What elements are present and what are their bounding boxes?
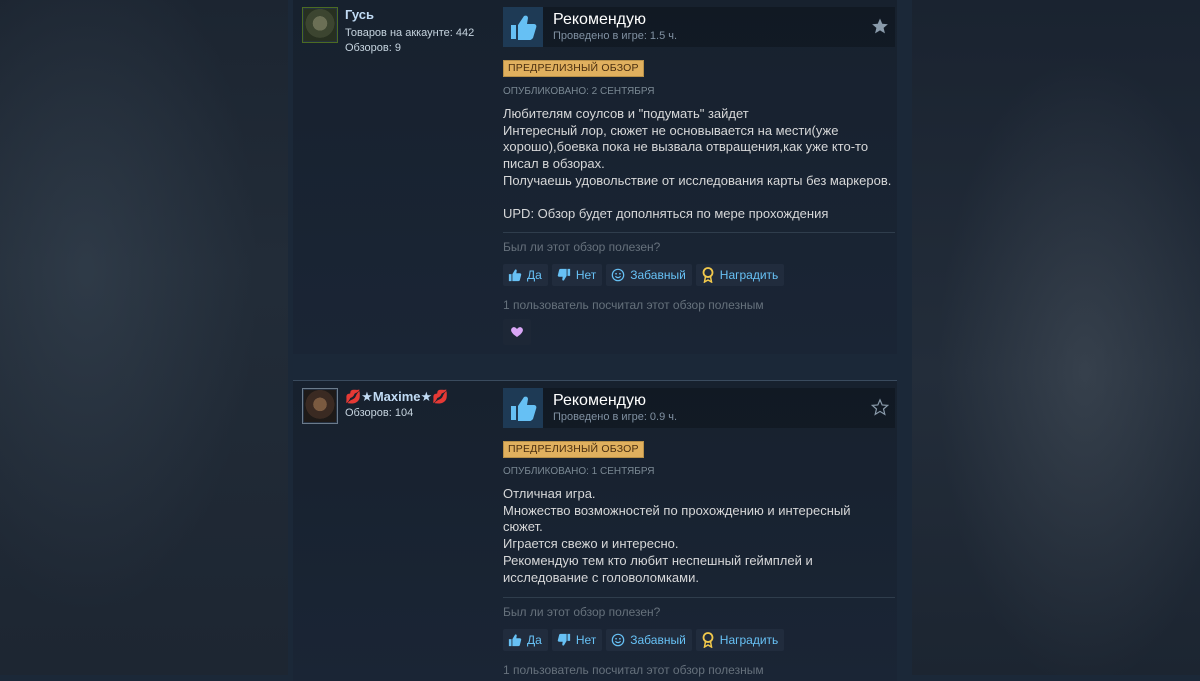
thumbs-down-icon bbox=[556, 267, 572, 283]
divider bbox=[503, 232, 895, 233]
reviews-column: Гусь Товаров на аккаунте: 442 Обзоров: 9… bbox=[288, 0, 912, 681]
thumbs-up-icon bbox=[507, 632, 523, 648]
star-outline-icon[interactable] bbox=[870, 398, 890, 416]
playtime: Проведено в игре: 0.9 ч. bbox=[553, 411, 678, 423]
review-main: Рекомендую Проведено в игре: 0.9 ч. ПРЕД… bbox=[503, 388, 895, 677]
review-line: Играется свежо и интересно. bbox=[503, 536, 679, 552]
vote-funny-button[interactable]: Забавный bbox=[606, 264, 692, 286]
background-blur-right bbox=[912, 0, 1200, 675]
review-line: Рекомендую тем кто любит неспешный геймп… bbox=[503, 552, 813, 568]
helpful-question: Был ли этот обзор полезен? bbox=[503, 240, 661, 254]
thumbs-up-icon bbox=[503, 7, 543, 47]
vote-funny-label: Забавный bbox=[630, 633, 686, 647]
vote-yes-button[interactable]: Да bbox=[503, 264, 548, 286]
author-products-count[interactable]: Товаров на аккаунте: 442 bbox=[345, 27, 474, 39]
review-line: сюжет. bbox=[503, 519, 543, 535]
review-line: Множество возможностей по прохождению и … bbox=[503, 502, 851, 518]
thumbs-down-icon bbox=[556, 632, 572, 648]
smiley-icon bbox=[610, 267, 626, 283]
posted-date: ОПУБЛИКОВАНО: 1 СЕНТЯБРЯ bbox=[503, 466, 655, 477]
author-reviews-count[interactable]: Обзоров: 9 bbox=[345, 42, 401, 54]
vote-buttons: Да Нет Забавный Наградить bbox=[503, 264, 785, 286]
avatar[interactable] bbox=[302, 7, 338, 43]
award-label: Наградить bbox=[719, 633, 779, 647]
review-line bbox=[503, 190, 893, 207]
award-ribbon-icon bbox=[700, 267, 716, 283]
vote-no-label: Нет bbox=[575, 268, 597, 282]
vote-buttons: Да Нет Забавный Наградить bbox=[503, 629, 785, 651]
background-blur-left bbox=[0, 0, 288, 675]
vote-yes-button[interactable]: Да bbox=[503, 629, 548, 651]
thumbs-up-icon bbox=[507, 267, 523, 283]
vote-no-button[interactable]: Нет bbox=[551, 629, 603, 651]
vote-funny-button[interactable]: Забавный bbox=[606, 629, 692, 651]
review-line: исследование с головоломками. bbox=[503, 569, 699, 585]
vote-yes-label: Да bbox=[527, 268, 542, 282]
award-button[interactable]: Наградить bbox=[695, 264, 785, 286]
award-label: Наградить bbox=[719, 268, 779, 282]
review-line: Интересный лор, сюжет не основывается на… bbox=[503, 122, 839, 138]
review-line: Любителям соулсов и "подумать" зайдет bbox=[503, 106, 749, 121]
verdict-title: Рекомендую bbox=[553, 11, 647, 28]
review-line: Получаешь удовольствие от исследования к… bbox=[503, 172, 892, 188]
award-ribbon-icon bbox=[700, 632, 716, 648]
helpful-count: 1 пользователь посчитал этот обзор полез… bbox=[503, 298, 764, 312]
review-main: Рекомендую Проведено в игре: 1.5 ч. ПРЕД… bbox=[503, 7, 895, 345]
purple-heart-award-icon[interactable] bbox=[503, 319, 531, 345]
vote-no-button[interactable]: Нет bbox=[551, 264, 603, 286]
avatar[interactable] bbox=[302, 388, 338, 424]
review-card: 💋★Maxime★💋 Обзоров: 104 Рекомендую Прове… bbox=[293, 380, 897, 681]
vote-funny-label: Забавный bbox=[630, 268, 686, 282]
review-card: Гусь Товаров на аккаунте: 442 Обзоров: 9… bbox=[293, 0, 897, 354]
award-button[interactable]: Наградить bbox=[695, 629, 785, 651]
verdict-title: Рекомендую bbox=[553, 392, 647, 409]
review-text: Отличная игра. Множество возможностей по… bbox=[503, 486, 893, 586]
vote-yes-label: Да bbox=[527, 633, 542, 647]
review-verdict[interactable]: Рекомендую Проведено в игре: 0.9 ч. bbox=[503, 388, 895, 428]
review-line: Отличная игра. bbox=[503, 486, 596, 501]
review-line: писал в обзорах. bbox=[503, 156, 605, 172]
author-name[interactable]: Гусь bbox=[345, 7, 374, 22]
review-text: Любителям соулсов и "подумать" зайдет Ин… bbox=[503, 106, 893, 223]
author-name[interactable]: 💋★Maxime★💋 bbox=[345, 389, 448, 405]
smiley-icon bbox=[610, 632, 626, 648]
thumbs-up-icon bbox=[503, 388, 543, 428]
review-verdict[interactable]: Рекомендую Проведено в игре: 1.5 ч. bbox=[503, 7, 895, 47]
star-filled-icon[interactable] bbox=[871, 17, 889, 35]
helpful-question: Был ли этот обзор полезен? bbox=[503, 605, 661, 619]
playtime: Проведено в игре: 1.5 ч. bbox=[553, 30, 678, 42]
review-line: UPD: Обзор будет дополняться по мере про… bbox=[503, 206, 829, 222]
posted-date: ОПУБЛИКОВАНО: 2 СЕНТЯБРЯ bbox=[503, 86, 655, 97]
review-line: хорошо),боевка пока не вызвала отвращени… bbox=[503, 139, 869, 155]
author-reviews-count[interactable]: Обзоров: 104 bbox=[345, 407, 413, 419]
divider bbox=[503, 597, 895, 598]
early-access-badge: ПРЕДРЕЛИЗНЫЙ ОБЗОР bbox=[503, 60, 644, 77]
vote-no-label: Нет bbox=[575, 633, 597, 647]
early-access-badge: ПРЕДРЕЛИЗНЫЙ ОБЗОР bbox=[503, 441, 644, 458]
